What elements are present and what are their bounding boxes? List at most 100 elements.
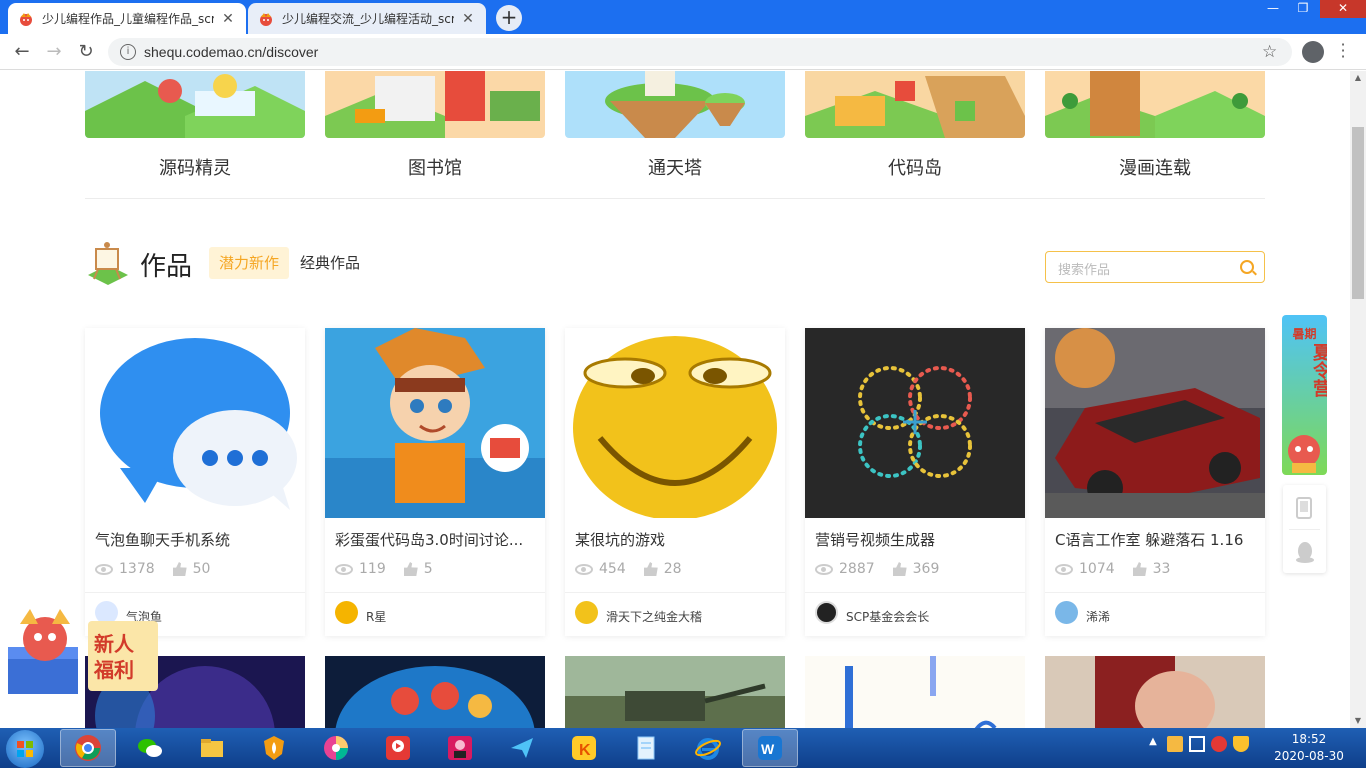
author-name[interactable]: SCP基金会会长 bbox=[846, 608, 929, 625]
card-divider bbox=[565, 592, 785, 593]
author-name[interactable]: R星 bbox=[366, 608, 386, 625]
author-name[interactable]: 滑天下之纯金大稽 bbox=[606, 608, 702, 625]
card-divider bbox=[85, 592, 305, 593]
search-works-input[interactable]: 搜索作品 bbox=[1045, 251, 1265, 283]
start-button[interactable] bbox=[6, 730, 44, 768]
work-card-partial[interactable] bbox=[805, 656, 1025, 728]
tray-app-icon[interactable] bbox=[1211, 736, 1227, 752]
mascot-icon bbox=[1288, 435, 1320, 473]
close-window-button[interactable]: ✕ bbox=[1320, 0, 1366, 18]
taskbar-clock[interactable]: 18:52 2020-08-30 bbox=[1264, 731, 1354, 765]
author-name[interactable]: 浠浠 bbox=[1086, 608, 1110, 625]
taskbar-app-flame[interactable] bbox=[246, 729, 302, 767]
tray-shield-icon[interactable] bbox=[1233, 736, 1249, 752]
section-divider bbox=[85, 198, 1265, 199]
taskbar-app-notes[interactable] bbox=[618, 729, 674, 767]
bookmark-star-icon[interactable]: ☆ bbox=[1262, 42, 1277, 62]
tab-classic-works[interactable]: 经典作品 bbox=[300, 247, 360, 279]
work-card[interactable]: 彩蛋蛋代码岛3.0时间讨论... 119 5 R星 bbox=[325, 328, 545, 636]
work-card-partial[interactable] bbox=[565, 656, 785, 728]
taskbar-explorer[interactable] bbox=[184, 729, 240, 767]
view-count: 2887 bbox=[839, 561, 875, 577]
view-count: 1378 bbox=[119, 561, 155, 577]
feature-library[interactable]: 图书馆 bbox=[325, 71, 545, 180]
author-avatar[interactable] bbox=[1055, 601, 1078, 624]
back-arrow-icon[interactable]: ← bbox=[12, 42, 32, 62]
tray-app-icon[interactable] bbox=[1167, 736, 1183, 752]
reload-icon[interactable]: ↻ bbox=[76, 42, 96, 62]
new-tab-button[interactable]: + bbox=[496, 5, 522, 31]
work-card[interactable]: 营销号视频生成器 2887 369 SCP基金会会长 bbox=[805, 328, 1025, 636]
qq-penguin-icon[interactable] bbox=[1295, 541, 1315, 563]
work-card[interactable]: C语言工作室 躲避落石 1.16 1074 33 浠浠 bbox=[1045, 328, 1265, 636]
taskbar-wechat[interactable] bbox=[122, 729, 178, 767]
work-thumbnail bbox=[805, 328, 1025, 518]
scroll-up-arrow-icon[interactable]: ▲ bbox=[1350, 71, 1366, 85]
scrollbar-thumb[interactable] bbox=[1352, 127, 1364, 299]
clock-time: 18:52 bbox=[1291, 732, 1327, 746]
author-avatar[interactable] bbox=[335, 601, 358, 624]
feature-comics[interactable]: 漫画连载 bbox=[1045, 71, 1265, 180]
maximize-button[interactable]: ❐ bbox=[1288, 0, 1318, 18]
work-card[interactable]: 某很坑的游戏 454 28 滑天下之纯金大稽 bbox=[565, 328, 785, 636]
easel-icon bbox=[86, 239, 130, 285]
taskbar-app-photo[interactable] bbox=[432, 729, 488, 767]
tray-monitor-icon[interactable] bbox=[1189, 736, 1205, 752]
work-card-partial[interactable] bbox=[325, 656, 545, 728]
feature-code-island[interactable]: 代码岛 bbox=[805, 71, 1025, 180]
page-scrollbar[interactable]: ▲ ▼ bbox=[1350, 71, 1366, 728]
tab-potential-new[interactable]: 潜力新作 bbox=[209, 247, 289, 279]
feature-babel-tower[interactable]: 通天塔 bbox=[565, 71, 785, 180]
more-menu-icon[interactable]: · · · bbox=[1338, 37, 1348, 65]
work-stats: 1074 33 bbox=[1055, 561, 1170, 577]
codemao-favicon-icon bbox=[18, 11, 34, 27]
like-count-icon bbox=[643, 562, 658, 576]
taskbar-ie[interactable] bbox=[680, 729, 736, 767]
search-icon[interactable] bbox=[1240, 260, 1254, 274]
work-title[interactable]: 营销号视频生成器 bbox=[815, 529, 1015, 550]
address-toolbar: ← → ↻ i shequ.codemao.cn/discover ☆ · · · bbox=[0, 34, 1366, 70]
address-bar[interactable]: i shequ.codemao.cn/discover bbox=[108, 38, 1292, 66]
internet-explorer-icon bbox=[695, 738, 721, 760]
taskbar-chrome[interactable] bbox=[60, 729, 116, 767]
work-card-partial[interactable] bbox=[1045, 656, 1265, 728]
feature-source-sprite[interactable]: 源码精灵 bbox=[85, 71, 305, 180]
forward-arrow-icon[interactable]: → bbox=[44, 42, 64, 62]
mobile-phone-icon[interactable] bbox=[1295, 497, 1313, 519]
site-info-icon[interactable]: i bbox=[120, 44, 136, 60]
color-wheel-icon bbox=[324, 736, 348, 760]
newcomer-gift-promo[interactable]: 新人 福利 bbox=[0, 609, 160, 699]
like-count: 5 bbox=[423, 561, 433, 577]
taskbar-app-color[interactable] bbox=[308, 729, 364, 767]
author-avatar[interactable] bbox=[575, 601, 598, 624]
tray-expand-icon[interactable]: ▲ bbox=[1145, 736, 1161, 752]
work-card[interactable]: 气泡鱼聊天手机系统 1378 50 气泡鱼 bbox=[85, 328, 305, 636]
url-text[interactable]: shequ.codemao.cn/discover bbox=[144, 44, 318, 60]
author-avatar[interactable] bbox=[815, 601, 838, 624]
k-app-icon: K bbox=[572, 736, 596, 760]
work-title[interactable]: 彩蛋蛋代码岛3.0时间讨论... bbox=[335, 529, 535, 550]
taskbar-app-plane[interactable] bbox=[494, 729, 550, 767]
browser-tab-inactive[interactable]: 少儿编程交流_少儿编程活动_scra ✕ bbox=[248, 3, 486, 34]
profile-avatar-icon[interactable] bbox=[1302, 41, 1324, 63]
promo-line1: 新人 bbox=[94, 632, 134, 656]
work-title[interactable]: 气泡鱼聊天手机系统 bbox=[95, 529, 295, 550]
close-tab-icon[interactable]: ✕ bbox=[220, 11, 236, 27]
taskbar-app-k[interactable]: K bbox=[556, 729, 612, 767]
close-tab-icon[interactable]: ✕ bbox=[460, 11, 476, 27]
view-count: 1074 bbox=[1079, 561, 1115, 577]
taskbar-wps[interactable]: W bbox=[742, 729, 798, 767]
view-count-icon bbox=[95, 563, 113, 575]
summer-camp-banner[interactable]: 暑期 夏令营 bbox=[1282, 315, 1327, 475]
system-tray: ▲ bbox=[1145, 736, 1249, 752]
browser-tab-active[interactable]: 少儿编程作品_儿童编程作品_scra ✕ bbox=[8, 3, 246, 34]
like-count-icon bbox=[403, 562, 418, 576]
video-player-icon bbox=[386, 736, 410, 760]
scroll-down-arrow-icon[interactable]: ▼ bbox=[1350, 714, 1366, 728]
work-title[interactable]: 某很坑的游戏 bbox=[575, 529, 775, 550]
card-divider bbox=[325, 592, 545, 593]
minimize-button[interactable]: — bbox=[1258, 0, 1288, 18]
work-title[interactable]: C语言工作室 躲避落石 1.16 bbox=[1055, 529, 1255, 550]
taskbar-app-video[interactable] bbox=[370, 729, 426, 767]
folder-icon bbox=[201, 739, 223, 757]
